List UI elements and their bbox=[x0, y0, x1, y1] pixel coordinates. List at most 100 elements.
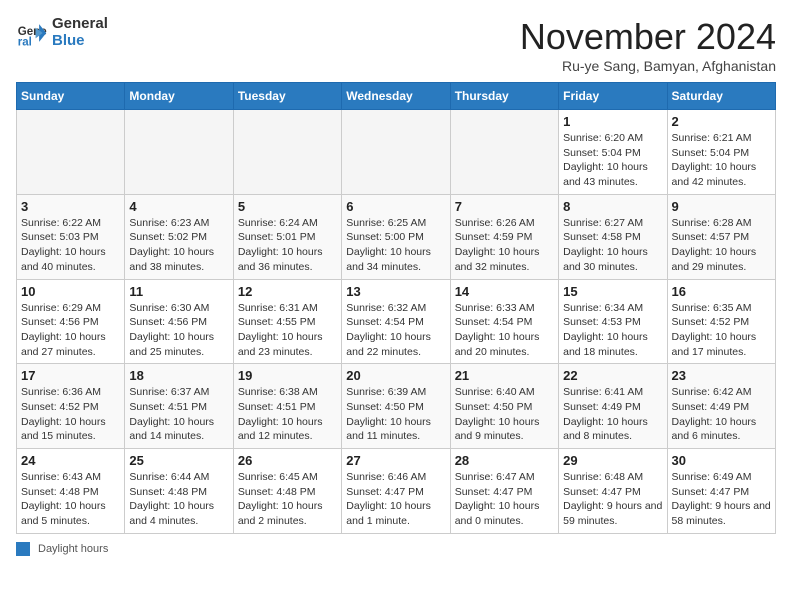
calendar-cell: 11 Sunrise: 6:30 AM Sunset: 4:56 PM Dayli… bbox=[125, 279, 233, 364]
calendar-cell: 5 Sunrise: 6:24 AM Sunset: 5:01 PM Daylig… bbox=[233, 194, 341, 279]
day-info: Sunrise: 6:40 AM Sunset: 4:50 PM Dayligh… bbox=[455, 385, 554, 444]
calendar-cell bbox=[450, 110, 558, 195]
day-number: 7 bbox=[455, 199, 554, 214]
day-number: 23 bbox=[672, 368, 771, 383]
day-info: Sunrise: 6:26 AM Sunset: 4:59 PM Dayligh… bbox=[455, 216, 554, 275]
day-info: Sunrise: 6:28 AM Sunset: 4:57 PM Dayligh… bbox=[672, 216, 771, 275]
day-info: Sunrise: 6:48 AM Sunset: 4:47 PM Dayligh… bbox=[563, 470, 662, 529]
day-info: Sunrise: 6:35 AM Sunset: 4:52 PM Dayligh… bbox=[672, 301, 771, 360]
day-info: Sunrise: 6:23 AM Sunset: 5:02 PM Dayligh… bbox=[129, 216, 228, 275]
weekday-header-wednesday: Wednesday bbox=[342, 83, 450, 110]
day-info: Sunrise: 6:31 AM Sunset: 4:55 PM Dayligh… bbox=[238, 301, 337, 360]
day-info: Sunrise: 6:45 AM Sunset: 4:48 PM Dayligh… bbox=[238, 470, 337, 529]
calendar-cell: 3 Sunrise: 6:22 AM Sunset: 5:03 PM Daylig… bbox=[17, 194, 125, 279]
day-info: Sunrise: 6:43 AM Sunset: 4:48 PM Dayligh… bbox=[21, 470, 120, 529]
weekday-header-saturday: Saturday bbox=[667, 83, 775, 110]
calendar-cell: 7 Sunrise: 6:26 AM Sunset: 4:59 PM Daylig… bbox=[450, 194, 558, 279]
day-number: 3 bbox=[21, 199, 120, 214]
calendar-cell: 8 Sunrise: 6:27 AM Sunset: 4:58 PM Daylig… bbox=[559, 194, 667, 279]
day-info: Sunrise: 6:29 AM Sunset: 4:56 PM Dayligh… bbox=[21, 301, 120, 360]
day-info: Sunrise: 6:30 AM Sunset: 4:56 PM Dayligh… bbox=[129, 301, 228, 360]
calendar-cell: 19Sunrise: 6:38 AM Sunset: 4:51 PM Dayli… bbox=[233, 364, 341, 449]
calendar-cell bbox=[125, 110, 233, 195]
logo-graphic-icon: Gene ral bbox=[16, 17, 48, 49]
day-number: 14 bbox=[455, 284, 554, 299]
day-number: 20 bbox=[346, 368, 445, 383]
calendar-cell: 21 Sunrise: 6:40 AM Sunset: 4:50 PM Dayli… bbox=[450, 364, 558, 449]
calendar-cell: 25Sunrise: 6:44 AM Sunset: 4:48 PM Dayli… bbox=[125, 449, 233, 534]
day-info: Sunrise: 6:36 AM Sunset: 4:52 PM Dayligh… bbox=[21, 385, 120, 444]
day-number: 25 bbox=[129, 453, 228, 468]
calendar-cell bbox=[342, 110, 450, 195]
day-info: Sunrise: 6:46 AM Sunset: 4:47 PM Dayligh… bbox=[346, 470, 445, 529]
calendar-cell: 9Sunrise: 6:28 AM Sunset: 4:57 PM Daylig… bbox=[667, 194, 775, 279]
calendar-cell: 24 Sunrise: 6:43 AM Sunset: 4:48 PM Dayli… bbox=[17, 449, 125, 534]
day-number: 4 bbox=[129, 199, 228, 214]
month-title: November 2024 bbox=[520, 16, 776, 58]
day-number: 24 bbox=[21, 453, 120, 468]
calendar-cell: 22 Sunrise: 6:41 AM Sunset: 4:49 PM Dayli… bbox=[559, 364, 667, 449]
svg-text:ral: ral bbox=[18, 36, 32, 48]
calendar-cell: 4 Sunrise: 6:23 AM Sunset: 5:02 PM Daylig… bbox=[125, 194, 233, 279]
calendar-cell: 6 Sunrise: 6:25 AM Sunset: 5:00 PM Daylig… bbox=[342, 194, 450, 279]
calendar-cell: 29 Sunrise: 6:48 AM Sunset: 4:47 PM Dayli… bbox=[559, 449, 667, 534]
day-number: 6 bbox=[346, 199, 445, 214]
day-info: Sunrise: 6:41 AM Sunset: 4:49 PM Dayligh… bbox=[563, 385, 662, 444]
day-info: Sunrise: 6:25 AM Sunset: 5:00 PM Dayligh… bbox=[346, 216, 445, 275]
day-info: Sunrise: 6:27 AM Sunset: 4:58 PM Dayligh… bbox=[563, 216, 662, 275]
weekday-header-friday: Friday bbox=[559, 83, 667, 110]
day-info: Sunrise: 6:21 AM Sunset: 5:04 PM Dayligh… bbox=[672, 131, 771, 190]
weekday-header-thursday: Thursday bbox=[450, 83, 558, 110]
calendar-table: SundayMondayTuesdayWednesdayThursdayFrid… bbox=[16, 82, 776, 534]
day-info: Sunrise: 6:24 AM Sunset: 5:01 PM Dayligh… bbox=[238, 216, 337, 275]
calendar-cell: 18Sunrise: 6:37 AM Sunset: 4:51 PM Dayli… bbox=[125, 364, 233, 449]
day-number: 13 bbox=[346, 284, 445, 299]
weekday-header-monday: Monday bbox=[125, 83, 233, 110]
calendar-cell: 16 Sunrise: 6:35 AM Sunset: 4:52 PM Dayli… bbox=[667, 279, 775, 364]
day-number: 22 bbox=[563, 368, 662, 383]
calendar-cell bbox=[17, 110, 125, 195]
calendar-cell: 26 Sunrise: 6:45 AM Sunset: 4:48 PM Dayli… bbox=[233, 449, 341, 534]
day-info: Sunrise: 6:20 AM Sunset: 5:04 PM Dayligh… bbox=[563, 131, 662, 190]
title-block: November 2024 Ru-ye Sang, Bamyan, Afghan… bbox=[520, 16, 776, 74]
day-number: 15 bbox=[563, 284, 662, 299]
day-info: Sunrise: 6:34 AM Sunset: 4:53 PM Dayligh… bbox=[563, 301, 662, 360]
day-info: Sunrise: 6:38 AM Sunset: 4:51 PM Dayligh… bbox=[238, 385, 337, 444]
calendar-cell: 27 Sunrise: 6:46 AM Sunset: 4:47 PM Dayli… bbox=[342, 449, 450, 534]
day-number: 5 bbox=[238, 199, 337, 214]
day-number: 8 bbox=[563, 199, 662, 214]
day-number: 30 bbox=[672, 453, 771, 468]
calendar-cell: 17 Sunrise: 6:36 AM Sunset: 4:52 PM Dayli… bbox=[17, 364, 125, 449]
calendar-cell: 12Sunrise: 6:31 AM Sunset: 4:55 PM Dayli… bbox=[233, 279, 341, 364]
day-info: Sunrise: 6:33 AM Sunset: 4:54 PM Dayligh… bbox=[455, 301, 554, 360]
day-info: Sunrise: 6:42 AM Sunset: 4:49 PM Dayligh… bbox=[672, 385, 771, 444]
calendar-cell: 20 Sunrise: 6:39 AM Sunset: 4:50 PM Dayli… bbox=[342, 364, 450, 449]
daylight-icon bbox=[16, 542, 30, 556]
calendar-cell bbox=[233, 110, 341, 195]
calendar-cell: 14 Sunrise: 6:33 AM Sunset: 4:54 PM Dayli… bbox=[450, 279, 558, 364]
day-number: 2 bbox=[672, 114, 771, 129]
calendar-cell: 23 Sunrise: 6:42 AM Sunset: 4:49 PM Dayli… bbox=[667, 364, 775, 449]
calendar-cell: 15 Sunrise: 6:34 AM Sunset: 4:53 PM Dayli… bbox=[559, 279, 667, 364]
day-info: Sunrise: 6:22 AM Sunset: 5:03 PM Dayligh… bbox=[21, 216, 120, 275]
calendar-cell: 13 Sunrise: 6:32 AM Sunset: 4:54 PM Dayli… bbox=[342, 279, 450, 364]
day-number: 28 bbox=[455, 453, 554, 468]
logo-general-text: General bbox=[52, 16, 108, 33]
day-number: 10 bbox=[21, 284, 120, 299]
day-number: 16 bbox=[672, 284, 771, 299]
logo-blue-text: Blue bbox=[52, 33, 108, 50]
day-info: Sunrise: 6:39 AM Sunset: 4:50 PM Dayligh… bbox=[346, 385, 445, 444]
day-number: 27 bbox=[346, 453, 445, 468]
day-info: Sunrise: 6:32 AM Sunset: 4:54 PM Dayligh… bbox=[346, 301, 445, 360]
day-number: 21 bbox=[455, 368, 554, 383]
day-number: 11 bbox=[129, 284, 228, 299]
day-info: Sunrise: 6:47 AM Sunset: 4:47 PM Dayligh… bbox=[455, 470, 554, 529]
day-number: 18 bbox=[129, 368, 228, 383]
day-info: Sunrise: 6:49 AM Sunset: 4:47 PM Dayligh… bbox=[672, 470, 771, 529]
day-number: 17 bbox=[21, 368, 120, 383]
calendar-cell: 30 Sunrise: 6:49 AM Sunset: 4:47 PM Dayli… bbox=[667, 449, 775, 534]
day-number: 26 bbox=[238, 453, 337, 468]
day-number: 29 bbox=[563, 453, 662, 468]
calendar-footer: Daylight hours bbox=[16, 542, 776, 556]
calendar-cell: 2 Sunrise: 6:21 AM Sunset: 5:04 PM Daylig… bbox=[667, 110, 775, 195]
